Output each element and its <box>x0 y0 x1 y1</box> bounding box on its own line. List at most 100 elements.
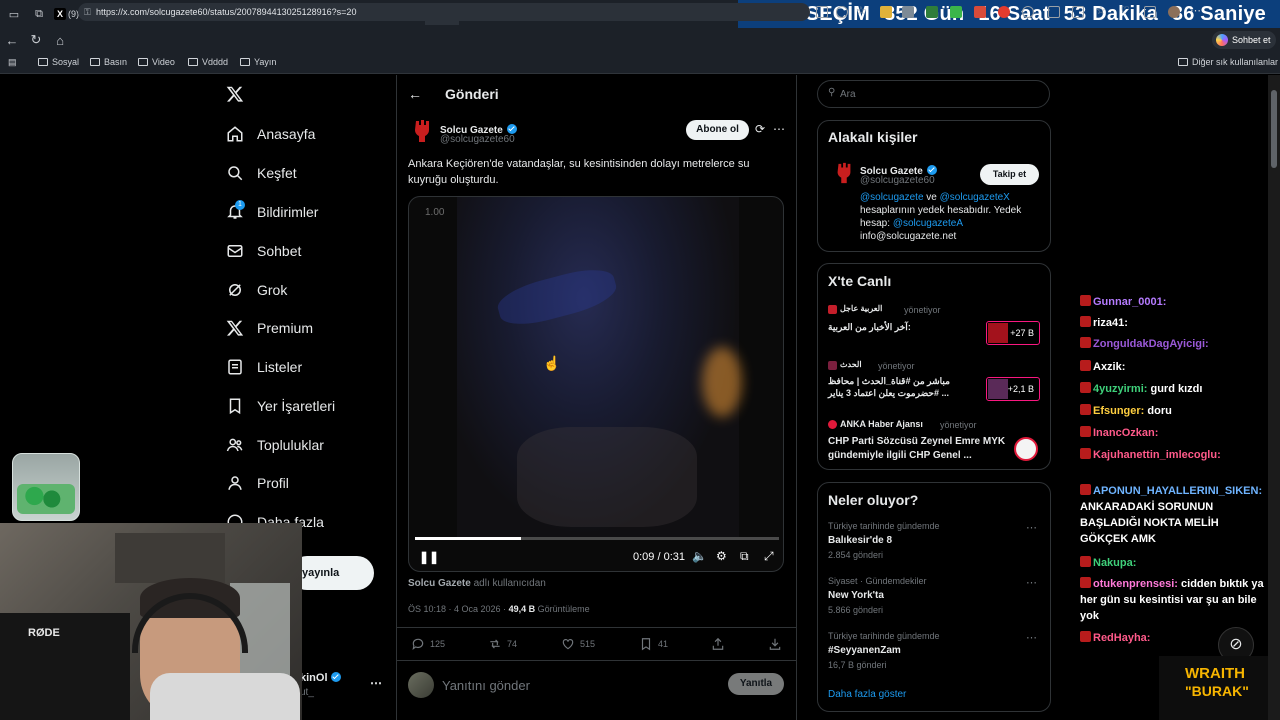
chat-message: Kajuhanettin_imlecoglu: <box>1080 447 1268 463</box>
bookmark-folder[interactable]: Sosyal <box>38 57 79 67</box>
copilot-chat-button[interactable]: Sohbet et <box>1212 31 1276 49</box>
attribution-name[interactable]: Solcu Gazete <box>408 578 471 589</box>
repost-action[interactable]: 74 <box>488 637 517 651</box>
nav-item-premium[interactable]: Premium <box>226 313 313 343</box>
read-aloud-icon[interactable] <box>836 6 848 18</box>
channel-logo-icon <box>828 420 837 429</box>
account-more-icon[interactable]: ⋯ <box>370 676 382 690</box>
extension-icon[interactable] <box>974 6 986 18</box>
bio-link[interactable]: @solcugazeteX <box>940 192 1010 203</box>
live-item[interactable]: ANKA Haber Ajansı yönetiyor CHP Parti Sö… <box>828 419 1042 463</box>
video-player[interactable]: 1.00 ☝ ❚❚ 0:09 / 0:31 🔈 ⚙ ⧉ ⤢ <box>408 196 784 572</box>
post-timestamp[interactable]: ÖS 10:18 · 4 Oca 2026 · <box>408 604 509 614</box>
user-avatar <box>408 672 434 698</box>
reload-icon[interactable]: ↻ <box>24 32 48 48</box>
address-bar[interactable]: ⚿ https://x.com/solcugazete60/status/200… <box>78 3 810 21</box>
site-info-icon[interactable]: ⚿ <box>84 3 91 21</box>
more-menu-icon[interactable]: ⋯ <box>1190 6 1202 18</box>
x-logo-icon[interactable] <box>226 85 244 103</box>
volume-icon[interactable]: 🔈 <box>692 549 707 563</box>
reply-action[interactable]: 125 <box>411 637 445 651</box>
favorites-icon[interactable] <box>1072 6 1084 18</box>
subscribe-button[interactable]: Abone ol <box>686 120 749 140</box>
post-button[interactable]: yayınla <box>290 556 374 590</box>
back-icon[interactable]: ← <box>0 33 24 48</box>
share-action[interactable] <box>711 637 725 651</box>
bookmark-folder[interactable]: Vdddd <box>188 57 228 67</box>
account-switcher[interactable]: kinOl <box>300 672 341 684</box>
post-more-icon[interactable]: ⋯ <box>773 122 785 136</box>
settings-gear-icon[interactable]: ⚙ <box>716 549 727 563</box>
reply-button[interactable]: Yanıtla <box>728 673 784 695</box>
bio-link[interactable]: @solcugazete <box>860 192 924 203</box>
pause-icon[interactable]: ❚❚ <box>419 550 439 564</box>
grok-explain-icon[interactable]: ⟳ <box>755 122 765 136</box>
extension-icon[interactable] <box>950 6 962 18</box>
bio-link[interactable]: @solcugazeteA <box>893 218 963 229</box>
extension-icon[interactable] <box>926 6 938 18</box>
nav-item-bookmarks[interactable]: Yer İşaretleri <box>226 391 335 421</box>
fist-logo-icon[interactable] <box>833 161 855 185</box>
trend-item[interactable]: Türkiye tarihinde gündemde #SeyyanenZam … <box>828 631 1042 670</box>
bookmark-action[interactable]: 41 <box>639 637 668 651</box>
bookmarks-menu-icon[interactable]: ▤ <box>8 57 17 68</box>
trend-more-icon[interactable]: ⋯ <box>1026 631 1037 644</box>
extension-icon[interactable] <box>816 6 828 18</box>
extension-icon[interactable] <box>902 6 914 18</box>
extension-icon[interactable] <box>1022 6 1034 18</box>
search-box[interactable]: ⚲ Ara <box>817 80 1050 108</box>
browser-essentials-icon[interactable]: ♡ <box>1120 6 1132 18</box>
back-arrow-icon[interactable]: ← <box>408 86 422 102</box>
favorite-star-icon[interactable]: ☆ <box>856 6 868 18</box>
video-shadow <box>517 427 697 527</box>
home-icon <box>227 126 243 142</box>
bookmark-folder[interactable]: Yayın <box>240 57 276 67</box>
nav-item-lists[interactable]: Listeler <box>226 352 302 382</box>
author-handle[interactable]: @solcugazete60 <box>440 134 515 145</box>
follow-button[interactable]: Takip et <box>980 164 1039 185</box>
user-icon <box>228 476 242 490</box>
bookmark-folder[interactable]: Basın <box>90 57 127 67</box>
home-browser-icon[interactable]: ⌂ <box>48 33 72 48</box>
vertical-tabs-icon[interactable]: ⧉ <box>28 8 50 21</box>
extension-icon[interactable] <box>880 6 892 18</box>
download-action[interactable] <box>768 637 782 651</box>
nav-item-profile[interactable]: Profil <box>226 468 289 498</box>
scrollbar-thumb[interactable] <box>1271 90 1277 168</box>
video-light-blur <box>702 347 742 417</box>
reply-input[interactable]: Yanıtını gönder <box>442 678 530 693</box>
tab-actions-icon[interactable]: ▭ <box>0 8 28 21</box>
nav-item-home[interactable]: Anasayfa <box>226 119 315 149</box>
listener-count: +2,1 B <box>986 377 1040 401</box>
live-item[interactable]: الحدث yönetiyor مباشر من #قناة_الحدث | م… <box>828 360 1042 402</box>
downloads-icon[interactable] <box>1144 6 1156 18</box>
live-item[interactable]: العربية عاجل yönetiyor آخر الأخبار من ال… <box>828 304 1042 346</box>
trend-more-icon[interactable]: ⋯ <box>1026 521 1037 534</box>
listener-count-text: +27 B <box>1010 328 1034 338</box>
fullscreen-icon[interactable]: ⤢ <box>764 549 774 564</box>
nav-item-explore[interactable]: Keşfet <box>226 158 297 188</box>
extension-icon[interactable] <box>998 6 1010 18</box>
author-avatar[interactable] <box>410 118 434 144</box>
split-screen-icon[interactable] <box>1048 6 1060 18</box>
video-progress-bar[interactable] <box>415 537 779 540</box>
collections-icon[interactable]: ☆ <box>1096 6 1108 18</box>
chat-message: 4yuzyirmi: gurd kızdı <box>1080 381 1268 397</box>
picture-in-picture-icon[interactable]: ⧉ <box>740 549 749 564</box>
page-scrollbar[interactable] <box>1268 75 1280 720</box>
like-action[interactable]: 515 <box>561 637 595 651</box>
trend-more-icon[interactable]: ⋯ <box>1026 576 1037 589</box>
nav-item-communities[interactable]: Topluluklar <box>226 430 324 460</box>
profile-avatar[interactable] <box>1168 6 1180 18</box>
grok-icon <box>229 284 241 296</box>
nav-item-grok[interactable]: Grok <box>226 275 287 305</box>
trend-count: 16,7 B gönderi <box>828 660 887 670</box>
show-more-link[interactable]: Daha fazla göster <box>828 689 906 700</box>
post-meta: ÖS 10:18 · 4 Oca 2026 · 49,4 B Görüntüle… <box>408 604 590 614</box>
other-bookmarks[interactable]: Diğer sık kullanılanlar <box>1178 57 1278 67</box>
trend-item[interactable]: Siyaset · Gündemdekiler New York'ta 5.86… <box>828 576 1042 615</box>
bookmark-folder[interactable]: Video <box>138 57 175 67</box>
account-handle: ut_ <box>300 687 314 698</box>
nav-item-messages[interactable]: Sohbet <box>226 236 301 266</box>
trend-item[interactable]: Türkiye tarihinde gündemde Balıkesir'de … <box>828 521 1042 560</box>
